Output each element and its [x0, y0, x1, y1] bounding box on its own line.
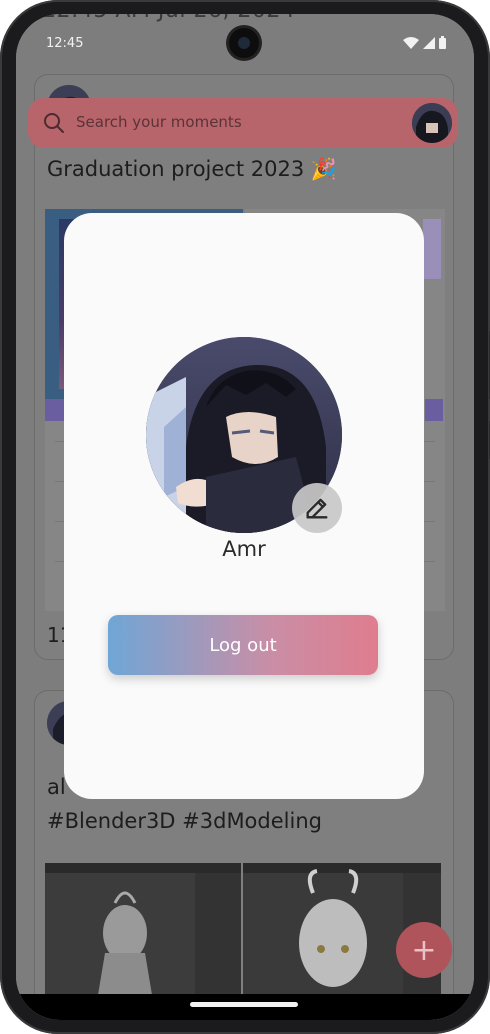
gesture-handle[interactable]	[190, 1002, 298, 1007]
navigation-bar	[16, 994, 474, 1020]
status-icons	[403, 36, 446, 49]
edit-icon	[306, 498, 328, 519]
search-icon[interactable]	[42, 111, 66, 139]
post-title: al	[47, 775, 66, 799]
post-hashtags: #Blender3D #3dModeling	[47, 809, 322, 833]
profile-avatar-button[interactable]	[412, 103, 452, 143]
search-input[interactable]: Search your moments	[76, 113, 242, 131]
logout-button[interactable]: Log out	[108, 615, 378, 675]
front-camera	[229, 28, 259, 58]
search-bar[interactable]: Search your moments	[28, 98, 458, 148]
edit-profile-button[interactable]	[292, 483, 342, 533]
plus-icon: +	[411, 932, 437, 968]
add-moment-button[interactable]: +	[396, 922, 452, 978]
wifi-icon	[403, 36, 419, 49]
phone-frame: 12:45 AM Jul 26, 2024 Graduation project…	[0, 0, 490, 1034]
signal-icon	[423, 36, 435, 49]
battery-icon	[439, 36, 446, 49]
post-title: Graduation project 2023 🎉	[47, 157, 338, 181]
status-time: 12:45	[46, 36, 84, 51]
profile-name: Amr	[222, 537, 266, 561]
screen: 12:45 AM Jul 26, 2024 Graduation project…	[16, 14, 474, 1020]
post-image[interactable]	[45, 863, 241, 1013]
app-background: 12:45 AM Jul 26, 2024 Graduation project…	[16, 14, 474, 1020]
profile-dialog: Amr Log out	[64, 213, 424, 799]
